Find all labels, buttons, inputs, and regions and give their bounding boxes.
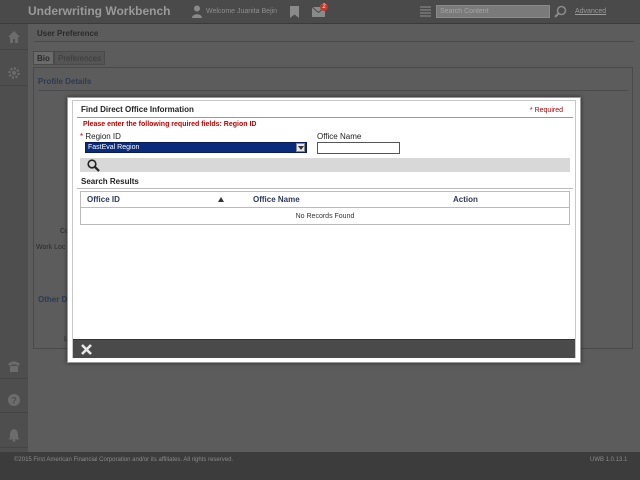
column-header-office-name[interactable]: Office Name	[253, 195, 300, 204]
copyright-text: ©2015 First American Financial Corporati…	[14, 457, 234, 463]
region-id-select[interactable]: FastEval Region	[85, 142, 307, 153]
rail-home-button[interactable]	[0, 24, 28, 50]
left-rail: ?	[0, 24, 28, 452]
work-location-label: Work Loc	[36, 244, 66, 251]
user-icon	[192, 5, 202, 18]
page-title: User Preference	[37, 29, 99, 38]
tab-bio[interactable]: Bio	[33, 51, 54, 65]
modal-title: Find Direct Office Information	[81, 105, 194, 114]
svg-text:?: ?	[11, 396, 17, 406]
dropdown-arrow[interactable]	[296, 143, 305, 152]
region-id-label: * Region ID	[80, 132, 121, 141]
app-title: Underwriting Workbench	[28, 4, 171, 18]
column-header-office-id[interactable]: Office ID	[87, 195, 120, 204]
welcome-text: Welcome Juanita Bejin	[206, 8, 278, 15]
top-bar: Underwriting Workbench Welcome Juanita B…	[0, 0, 640, 24]
modal-body: Find Direct Office Information * Require…	[72, 100, 576, 358]
search-input[interactable]	[436, 5, 550, 18]
modal-footer	[73, 339, 575, 358]
search-icon	[87, 159, 100, 172]
gear-icon	[8, 67, 20, 79]
search-button[interactable]	[80, 158, 570, 172]
list-icon[interactable]	[420, 6, 431, 17]
region-id-label-text: Region ID	[85, 132, 121, 141]
region-selected-value: FastEval Region	[88, 144, 140, 151]
rail-notification-button[interactable]	[0, 422, 28, 448]
footer: ©2015 First American Financial Corporati…	[0, 452, 640, 480]
advanced-search-link[interactable]: Advanced	[575, 8, 606, 15]
results-table: Office ID Office Name Action No Records …	[80, 191, 570, 225]
required-star: *	[80, 132, 84, 141]
search-results-title: Search Results	[81, 177, 139, 186]
help-icon: ?	[8, 394, 20, 406]
divider	[77, 188, 573, 189]
rail-settings-button[interactable]	[0, 60, 28, 86]
sort-ascending-icon[interactable]	[218, 197, 224, 202]
divider	[38, 90, 628, 91]
mail-count-badge: 2	[320, 3, 328, 11]
divider	[34, 41, 634, 42]
home-icon	[8, 31, 20, 43]
profile-details-heading: Profile Details	[38, 77, 92, 86]
search-icon[interactable]	[554, 5, 567, 18]
find-office-modal: Find Direct Office Information * Require…	[67, 97, 581, 363]
required-note: * Required	[529, 107, 563, 114]
empty-results-message: No Records Found	[295, 213, 355, 220]
office-name-label: Office Name	[317, 132, 362, 141]
table-header: Office ID Office Name Action	[81, 192, 569, 208]
phone-icon	[8, 361, 20, 372]
version-text: UWB 1.0.13.1	[590, 457, 628, 463]
office-name-input[interactable]	[317, 142, 400, 154]
rail-help-button[interactable]: ?	[0, 387, 28, 413]
bookmark-icon[interactable]	[290, 6, 299, 18]
close-icon[interactable]	[80, 343, 93, 356]
tab-preferences[interactable]: Preferences	[54, 51, 106, 65]
column-header-action: Action	[453, 195, 478, 204]
chevron-down-icon	[298, 146, 304, 150]
bell-icon	[9, 429, 19, 442]
divider	[77, 117, 573, 118]
other-details-heading: Other D	[38, 295, 68, 304]
error-message: Please enter the following required fiel…	[83, 121, 257, 128]
rail-phone-button[interactable]	[0, 353, 28, 379]
